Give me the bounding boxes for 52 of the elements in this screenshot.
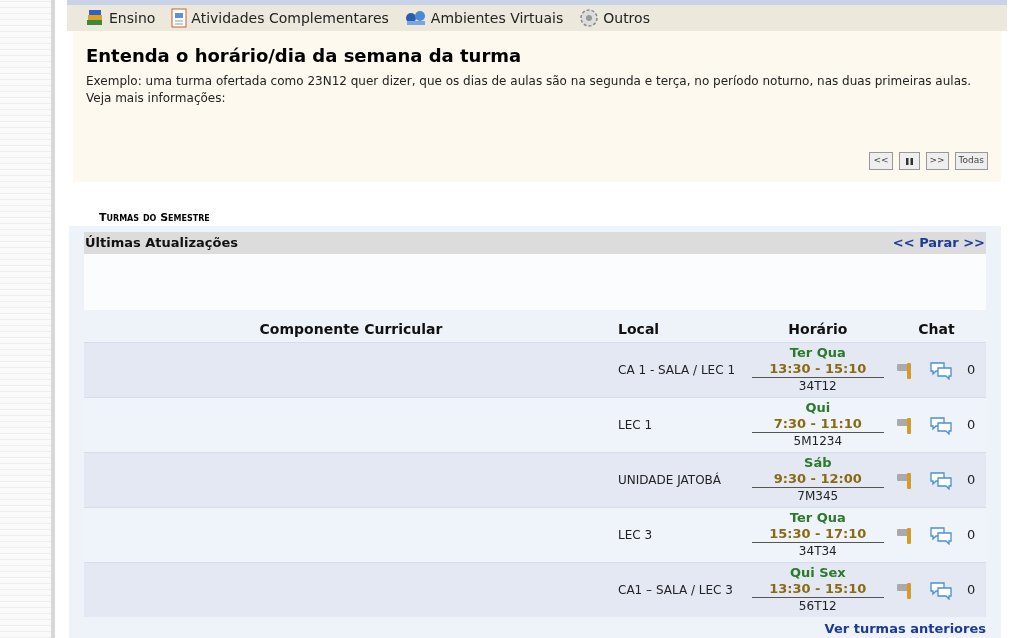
schedule-time: 9:30 - 12:00	[751, 471, 884, 488]
chat-icon[interactable]	[929, 359, 954, 380]
location-cell-text: CA1 – SALA / LEC 3	[618, 581, 734, 598]
updates-title: Últimas Atualizações	[85, 233, 238, 252]
notepad-icon	[171, 8, 188, 29]
location-cell-text: LEC 3	[618, 526, 654, 543]
chat-count: 0	[967, 525, 976, 544]
column-header: Horário	[788, 320, 848, 339]
schedule-time: 13:30 - 15:10	[751, 361, 884, 378]
schedule-code: 34T34	[798, 543, 837, 559]
section-title: Turmas do Semestre	[99, 209, 211, 226]
schedule-time: 15:30 - 17:10	[751, 526, 884, 543]
pause-button[interactable]	[898, 152, 920, 170]
chat-icon[interactable]	[929, 469, 954, 490]
notice-text: Exemplo: uma turma ofertada como 23N12 quer dizer, que os dias de aulas são na segunda e terça, no período noturno, nas duas primeiras aulas. Veja mais informações:	[86, 73, 973, 108]
schedule-days: Qui	[805, 400, 831, 416]
slide-button[interactable]: Todas	[954, 152, 988, 170]
slide-button[interactable]: <<	[869, 152, 893, 170]
pause-icon	[905, 157, 913, 165]
menu-item[interactable]: Ensino	[85, 7, 156, 29]
schedule-time: 7:30 - 11:10	[751, 416, 884, 433]
schedule-days: Qui Sex	[789, 565, 846, 581]
chat-count: 0	[967, 470, 976, 489]
chat-count: 0	[967, 580, 976, 599]
stop-link[interactable]: << Parar >>	[892, 232, 985, 253]
gear-icon	[579, 8, 600, 29]
schedule-code: 56T12	[798, 598, 837, 614]
location-cell-text: CA 1 - SALA / LEC 1	[618, 361, 736, 378]
column-header: Chat	[918, 320, 955, 339]
notice-title: Entenda o horário/dia da semana da turma	[86, 45, 523, 68]
chat-icon[interactable]	[929, 579, 954, 600]
schedule-days: Ter Qua	[789, 510, 846, 526]
column-header: Local	[618, 320, 660, 339]
chat-icon[interactable]	[929, 524, 954, 545]
schedule-code: 7M345	[797, 488, 839, 504]
chat-icon[interactable]	[929, 414, 954, 435]
chat-count: 0	[967, 415, 976, 434]
slide-button[interactable]: >>	[925, 152, 949, 170]
schedule-time: 13:30 - 15:10	[751, 581, 884, 598]
menu-item[interactable]: Ambientes Virtuais	[404, 7, 564, 29]
chat-count: 0	[967, 360, 976, 379]
previous-classes-link[interactable]: Ver turmas anteriores	[824, 618, 986, 638]
column-header: Componente Curricular	[259, 320, 443, 339]
schedule-days: Sáb	[804, 455, 832, 471]
menu-item[interactable]: Atividades Complementares	[171, 7, 389, 29]
schedule-days: Ter Qua	[789, 345, 846, 361]
network-icon	[404, 9, 427, 28]
schedule-code: 34T12	[798, 378, 837, 394]
menu-item[interactable]: Outros	[579, 7, 650, 29]
schedule-code: 5M1234	[793, 433, 843, 449]
location-cell-text: LEC 1	[618, 416, 654, 433]
location-cell-text: UNIDADE JATOBÁ	[618, 471, 723, 488]
